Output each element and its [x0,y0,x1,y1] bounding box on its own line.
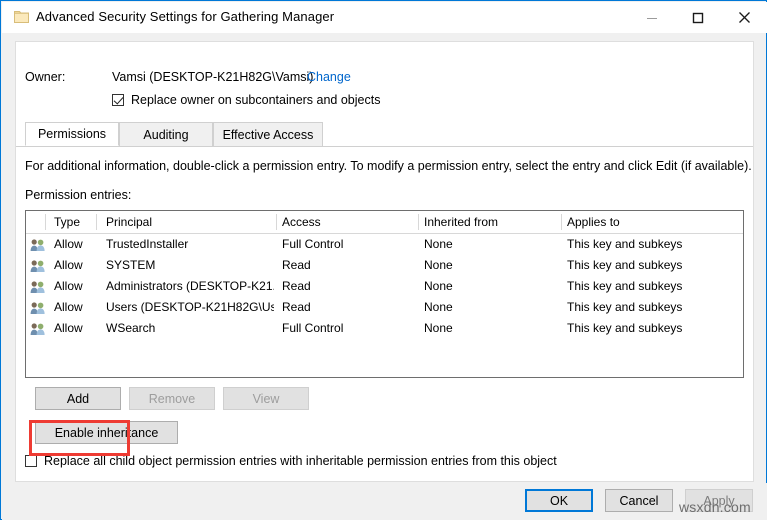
enable-inheritance-button[interactable]: Enable inheritance [35,421,178,444]
replace-all-child-permissions-checkbox[interactable]: Replace all child object permission entr… [25,454,557,468]
add-button-label: Add [66,391,90,406]
minimize-icon [647,17,657,19]
close-button[interactable] [721,3,767,32]
table-row[interactable]: Allow WSearch Full Control None This key… [26,318,743,339]
checkbox-checked-icon[interactable] [112,94,124,106]
dialog-content-panel: Owner: Vamsi (DESKTOP-K21H82G\Vamsi) Cha… [15,41,754,482]
cancel-button-label: Cancel [619,493,659,508]
replace-owner-checkbox[interactable]: Replace owner on subcontainers and objec… [112,93,380,107]
cell-type: Allow [54,258,83,272]
enable-inheritance-label: Enable inheritance [54,425,159,440]
cell-principal: TrustedInstaller [106,237,189,251]
column-separator [45,214,46,230]
users-group-icon [30,259,46,273]
users-group-icon [30,301,46,315]
tab-auditing[interactable]: Auditing [119,122,213,146]
cell-access: Read [282,258,311,272]
cell-type: Allow [54,321,83,335]
permission-entries-list[interactable]: Type Principal Access Inherited from App… [25,210,744,378]
owner-value: Vamsi (DESKTOP-K21H82G\Vamsi) [112,70,314,84]
cell-principal: Users (DESKTOP-K21H82G\Us... [106,300,274,314]
cell-access: Full Control [282,237,344,251]
tab-permissions[interactable]: Permissions [25,122,119,146]
tab-effective-access-label: Effective Access [222,127,314,142]
cell-access: Read [282,279,311,293]
cell-type: Allow [54,300,83,314]
ok-button-label: OK [549,493,569,508]
column-header-applies-to[interactable]: Applies to [567,215,620,229]
tab-auditing-label: Auditing [143,127,189,142]
cell-type: Allow [54,279,83,293]
column-header-type[interactable]: Type [54,215,80,229]
maximize-button[interactable] [675,3,721,32]
column-header-inherited-from[interactable]: Inherited from [424,215,498,229]
remove-button-label: Remove [148,391,196,406]
column-header-principal[interactable]: Principal [106,215,152,229]
users-group-icon [30,238,46,252]
view-button-label: View [252,391,280,406]
table-row[interactable]: Allow Users (DESKTOP-K21H82G\Us... Read … [26,297,743,318]
cell-inherited-from: None [424,321,453,335]
change-owner-link[interactable]: Change [307,70,351,84]
cell-applies-to: This key and subkeys [567,300,683,314]
table-row[interactable]: Allow SYSTEM Read None This key and subk… [26,255,743,276]
tab-effective-access[interactable]: Effective Access [213,122,323,146]
dialog-footer: OK Cancel Apply [2,483,767,520]
window-title: Advanced Security Settings for Gathering… [36,9,335,24]
table-header-row: Type Principal Access Inherited from App… [26,211,743,234]
cell-applies-to: This key and subkeys [567,321,683,335]
advanced-security-settings-window: Advanced Security Settings for Gathering… [0,0,767,520]
cell-access: Full Control [282,321,344,335]
cell-applies-to: This key and subkeys [567,279,683,293]
column-separator [276,214,277,230]
ok-button[interactable]: OK [525,489,593,512]
users-group-icon [30,322,46,336]
cell-access: Read [282,300,311,314]
permission-entries-label: Permission entries: [25,188,132,202]
cell-applies-to: This key and subkeys [567,258,683,272]
apply-button[interactable]: Apply [685,489,753,512]
maximize-icon [692,12,704,23]
tab-strip: Permissions Auditing Effective Access [16,122,753,147]
cell-principal: WSearch [106,321,156,335]
owner-label: Owner: [25,70,66,84]
close-icon [738,12,750,23]
column-separator [418,214,419,230]
apply-button-label: Apply [703,493,735,508]
cell-inherited-from: None [424,279,453,293]
column-separator [96,214,97,230]
table-row[interactable]: Allow TrustedInstaller Full Control None… [26,234,743,255]
cell-inherited-from: None [424,258,453,272]
checkbox-unchecked-icon[interactable] [25,455,37,467]
cell-principal: SYSTEM [106,258,156,272]
remove-button[interactable]: Remove [129,387,215,410]
column-separator [561,214,562,230]
users-group-icon [30,280,46,294]
minimize-button[interactable] [629,3,675,32]
add-button[interactable]: Add [35,387,121,410]
column-header-access[interactable]: Access [282,215,321,229]
title-bar: Advanced Security Settings for Gathering… [2,2,767,33]
replace-owner-label: Replace owner on subcontainers and objec… [131,93,381,107]
cancel-button[interactable]: Cancel [605,489,673,512]
cell-inherited-from: None [424,237,453,251]
tab-permissions-label: Permissions [37,127,107,141]
info-text: For additional information, double-click… [25,159,752,173]
cell-inherited-from: None [424,300,453,314]
folder-icon [14,10,29,24]
cell-principal: Administrators (DESKTOP-K21... [106,279,274,293]
replace-all-child-permissions-label: Replace all child object permission entr… [44,454,557,468]
cell-type: Allow [54,237,83,251]
table-row[interactable]: Allow Administrators (DESKTOP-K21... Rea… [26,276,743,297]
view-button[interactable]: View [223,387,309,410]
cell-applies-to: This key and subkeys [567,237,683,251]
